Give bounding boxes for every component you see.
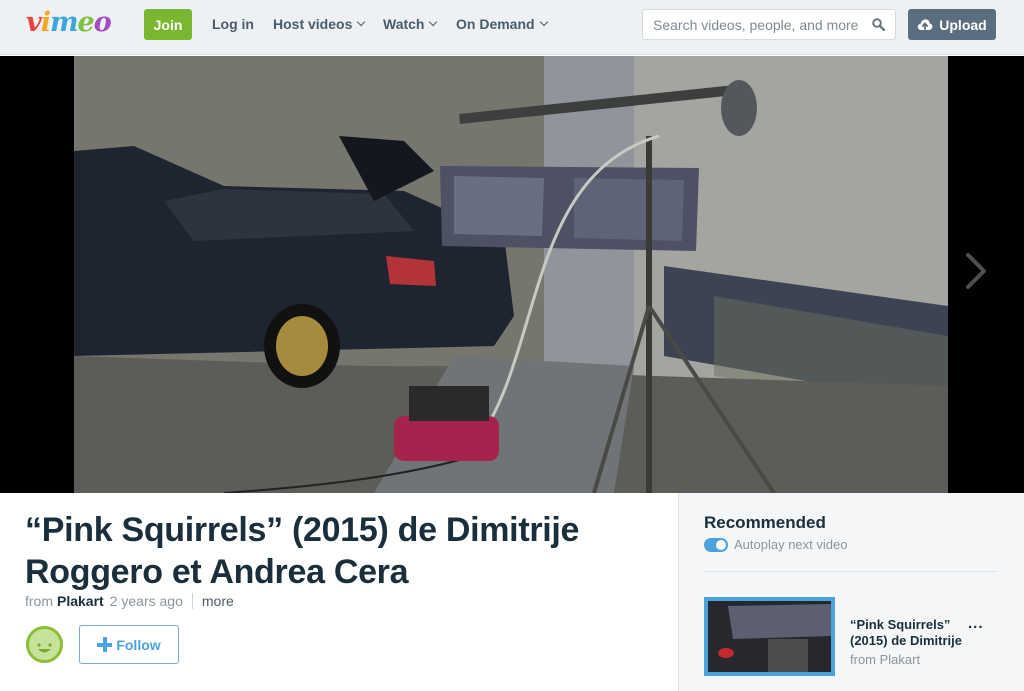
search-box xyxy=(642,9,896,40)
search-icon[interactable] xyxy=(872,18,885,31)
recommended-heading: Recommended xyxy=(704,513,826,532)
chevron-down-icon xyxy=(357,17,366,27)
video-info: “Pink Squirrels” (2015) de Dimitrije Rog… xyxy=(0,493,678,691)
video-title: “Pink Squirrels” (2015) de Dimitrije Rog… xyxy=(25,511,580,591)
follow-button[interactable]: Follow xyxy=(79,625,179,664)
video-meta: from Plakart 2 years ago more xyxy=(25,593,234,609)
recommended-item[interactable]: “Pink Squirrels” (2015) de Dimitrije fro… xyxy=(704,597,1004,677)
from-label: from xyxy=(25,593,53,609)
owner-avatar[interactable] xyxy=(26,626,63,663)
chevron-down-icon xyxy=(539,17,548,27)
sidebar-divider xyxy=(704,571,998,572)
vimeo-logo[interactable]: vimeo xyxy=(26,7,112,38)
plus-icon xyxy=(97,637,113,652)
logo-letter: i xyxy=(40,7,51,38)
login-link[interactable]: Log in xyxy=(212,16,254,32)
video-frame[interactable] xyxy=(74,56,948,493)
nav-host-videos[interactable]: Host videos xyxy=(273,16,366,32)
more-options-icon[interactable]: ... xyxy=(968,615,984,632)
video-still-image xyxy=(74,56,948,493)
nav-label: Host videos xyxy=(273,16,353,32)
logo-letter: o xyxy=(93,7,112,38)
autoplay-toggle[interactable] xyxy=(704,537,728,552)
meta-divider xyxy=(191,593,193,609)
owner-link[interactable]: Plakart xyxy=(57,593,104,609)
smiley-face-icon xyxy=(37,643,52,653)
nav-watch[interactable]: Watch xyxy=(383,16,438,32)
nav-on-demand[interactable]: On Demand xyxy=(456,16,548,32)
recommended-title[interactable]: “Pink Squirrels” (2015) de Dimitrije xyxy=(850,617,976,649)
recommended-thumbnail[interactable] xyxy=(704,597,835,676)
search-input[interactable] xyxy=(643,10,863,39)
logo-letter: m xyxy=(49,7,79,38)
follow-label: Follow xyxy=(116,636,161,653)
join-button[interactable]: Join xyxy=(144,9,192,40)
cloud-upload-icon xyxy=(918,19,933,30)
top-nav: vimeo Join Log in Host videos Watch On D… xyxy=(0,0,1024,55)
upload-label: Upload xyxy=(939,16,987,33)
recommended-sidebar: Recommended Autoplay next video “Pink Sq… xyxy=(678,493,1024,691)
nav-label: On Demand xyxy=(456,16,535,32)
more-link[interactable]: more xyxy=(202,593,234,609)
video-player[interactable] xyxy=(0,56,1024,493)
autoplay-control: Autoplay next video xyxy=(704,537,847,552)
autoplay-label: Autoplay next video xyxy=(734,537,848,552)
upload-button[interactable]: Upload xyxy=(908,9,996,40)
logo-letter: v xyxy=(26,7,42,38)
thumbnail-image xyxy=(708,601,831,672)
nav-label: Watch xyxy=(383,16,425,32)
upload-age: 2 years ago xyxy=(109,593,183,609)
chevron-right-icon[interactable] xyxy=(962,249,992,293)
logo-letter: e xyxy=(77,7,95,38)
chevron-down-icon xyxy=(429,17,438,27)
login-label: Log in xyxy=(212,16,254,32)
recommended-owner: from Plakart xyxy=(850,652,921,667)
